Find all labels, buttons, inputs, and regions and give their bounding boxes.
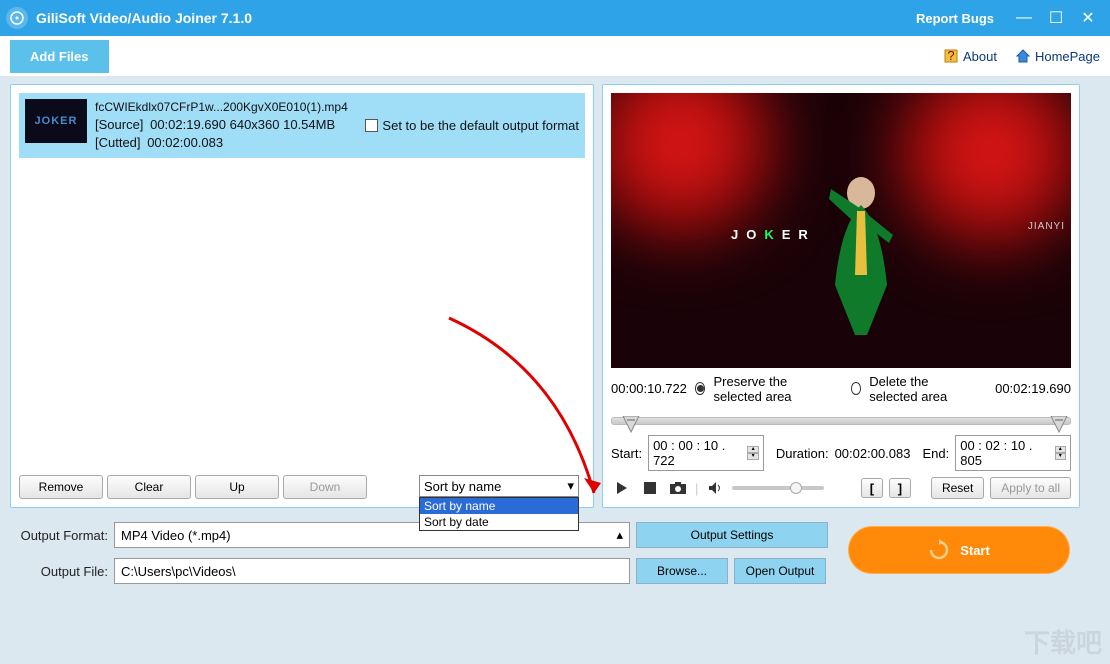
homepage-label: HomePage (1035, 49, 1100, 64)
end-spin-down[interactable]: ▾ (1055, 453, 1066, 460)
duration-value: 00:02:00.083 (835, 446, 911, 461)
output-settings-button[interactable]: Output Settings (636, 522, 828, 548)
snapshot-button[interactable] (667, 478, 689, 498)
up-button[interactable]: Up (195, 475, 279, 499)
down-button[interactable]: Down (283, 475, 367, 499)
play-button[interactable] (611, 478, 633, 498)
volume-icon[interactable] (704, 478, 726, 498)
report-bugs-link[interactable]: Report Bugs (916, 11, 994, 26)
start-spin-down[interactable]: ▾ (747, 453, 758, 460)
mark-out-button[interactable]: ] (889, 478, 911, 498)
duration-label: Duration: (776, 446, 829, 461)
about-icon: ? (943, 48, 959, 64)
end-spin-up[interactable]: ▴ (1055, 446, 1066, 453)
add-files-button[interactable]: Add Files (10, 40, 109, 73)
remove-button[interactable]: Remove (19, 475, 103, 499)
titlebar: GiliSoft Video/Audio Joiner 7.1.0 Report… (0, 0, 1110, 36)
delete-label: Delete the selected area (869, 374, 979, 404)
maximize-button[interactable]: ☐ (1040, 8, 1072, 28)
start-label: Start: (611, 446, 642, 461)
volume-knob[interactable] (790, 482, 802, 494)
clear-button[interactable]: Clear (107, 475, 191, 499)
output-format-value: MP4 Video (*.mp4) (121, 528, 231, 543)
preserve-label: Preserve the selected area (713, 374, 834, 404)
start-label: Start (960, 543, 990, 558)
timeline-end-time: 00:02:19.690 (995, 381, 1071, 396)
sort-option-name[interactable]: Sort by name (420, 498, 578, 514)
start-spin-up[interactable]: ▴ (747, 446, 758, 453)
sort-select[interactable]: Sort by name ▾ (419, 475, 579, 497)
timeline-start-time: 00:00:10.722 (611, 381, 687, 396)
sort-dropdown: Sort by name Sort by date (419, 497, 579, 531)
end-label: End: (922, 446, 949, 461)
homepage-link[interactable]: HomePage (1015, 48, 1100, 64)
preview-figure (811, 165, 911, 355)
start-button[interactable]: Start (848, 526, 1070, 574)
delete-radio[interactable] (851, 382, 862, 395)
app-logo-icon (6, 7, 28, 29)
end-marker[interactable] (1049, 416, 1069, 434)
timeline-track[interactable] (611, 408, 1071, 433)
volume-slider[interactable] (732, 486, 824, 490)
default-format-label: Set to be the default output format (382, 118, 579, 133)
chevron-down-icon: ▾ (567, 478, 574, 494)
output-format-label: Output Format: (10, 528, 108, 543)
mark-in-button[interactable]: [ (861, 478, 883, 498)
minimize-button[interactable]: — (1008, 9, 1040, 27)
refresh-icon (928, 539, 950, 561)
output-file-input[interactable]: C:\Users\pc\Videos\ (114, 558, 630, 584)
file-list-panel: JOKER fcCWIEkdlx07CFrP1w...200KgvX0E010(… (10, 84, 594, 508)
app-title: GiliSoft Video/Audio Joiner 7.1.0 (36, 10, 252, 26)
about-label: About (963, 49, 997, 64)
open-output-button[interactable]: Open Output (734, 558, 826, 584)
output-file-value: C:\Users\pc\Videos\ (121, 564, 236, 579)
preview-overlay-text: JOKER (731, 201, 816, 249)
browse-button[interactable]: Browse... (636, 558, 728, 584)
stop-button[interactable] (639, 478, 661, 498)
video-preview[interactable]: JOKER JIANYI (611, 93, 1071, 368)
svg-text:?: ? (947, 48, 954, 63)
preview-watermark: JIANYI (1028, 221, 1065, 232)
file-source-line: [Source] 00:02:19.690 640x360 10.54MB (95, 116, 357, 134)
file-item[interactable]: JOKER fcCWIEkdlx07CFrP1w...200KgvX0E010(… (19, 93, 585, 158)
preserve-radio[interactable] (695, 382, 706, 395)
sort-option-date[interactable]: Sort by date (420, 514, 578, 530)
page-watermark: 下载吧 (1024, 623, 1102, 660)
file-name: fcCWIEkdlx07CFrP1w...200KgvX0E010(1).mp4 (95, 99, 357, 116)
preview-panel: JOKER JIANYI 00:00:10.722 Preserve the s… (602, 84, 1080, 508)
home-icon (1015, 48, 1031, 64)
toolbar: Add Files ? About HomePage (0, 36, 1110, 76)
reset-button[interactable]: Reset (931, 477, 984, 499)
chevron-up-icon: ▴ (616, 527, 623, 543)
end-time-input[interactable]: 00 : 02 : 10 . 805▴▾ (955, 435, 1071, 471)
output-file-label: Output File: (10, 564, 108, 579)
start-time-input[interactable]: 00 : 00 : 10 . 722▴▾ (648, 435, 764, 471)
file-thumbnail: JOKER (25, 99, 87, 143)
default-format-checkbox[interactable] (365, 119, 378, 132)
about-link[interactable]: ? About (943, 48, 997, 64)
file-cutted-line: [Cutted] 00:02:00.083 (95, 134, 357, 152)
apply-all-button[interactable]: Apply to all (990, 477, 1071, 499)
file-list-area (19, 158, 585, 469)
sort-selected-label: Sort by name (424, 479, 501, 494)
close-button[interactable]: ✕ (1072, 8, 1104, 28)
start-marker[interactable] (621, 416, 641, 434)
